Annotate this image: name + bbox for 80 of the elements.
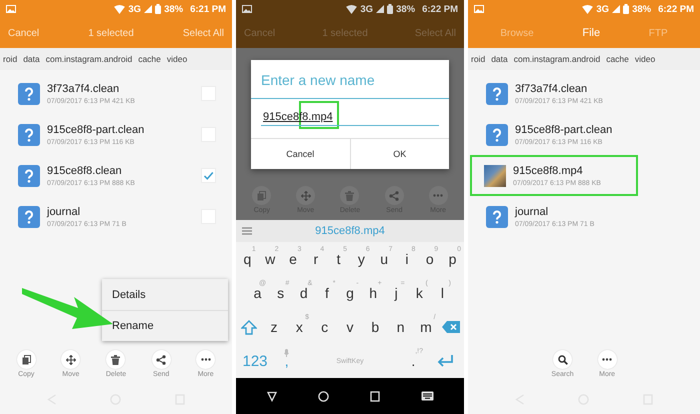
file-name[interactable]: 3f73a7f4.clean <box>515 82 684 94</box>
network-type: 3G <box>128 4 142 14</box>
unknown-file-icon <box>486 206 508 228</box>
file-name[interactable]: 915ce8f8.clean <box>47 164 194 176</box>
recent-apps-icon[interactable] <box>370 390 380 402</box>
more-icon <box>200 358 211 361</box>
checkbox[interactable] <box>201 168 216 183</box>
move-arrows-icon <box>66 354 76 364</box>
trash-icon <box>345 190 354 200</box>
network-type: 3G <box>596 4 610 14</box>
share-icon <box>389 190 400 200</box>
copy-icon <box>22 354 31 364</box>
unknown-file-icon <box>18 82 40 104</box>
file-name[interactable]: 3f73a7f4.clean <box>47 82 194 94</box>
network-type: 3G <box>360 4 374 14</box>
breadcrumb-item[interactable]: roid <box>3 54 18 64</box>
more-icon <box>433 194 444 197</box>
microphone-icon <box>284 349 290 357</box>
battery-level: 38% <box>632 4 652 14</box>
breadcrumb-item[interactable]: com.instagram.android <box>46 54 132 64</box>
clock: 6:22 PM <box>422 4 458 14</box>
battery-icon <box>155 4 162 14</box>
keyboard-icon[interactable] <box>420 391 434 401</box>
unknown-file-icon <box>486 82 508 104</box>
battery-level: 38% <box>164 4 184 14</box>
ok-button[interactable]: OK <box>350 139 449 169</box>
move-arrows-icon <box>300 190 311 200</box>
cancel-button[interactable]: Cancel <box>251 139 350 169</box>
home-icon[interactable] <box>318 390 328 402</box>
clock: 6:21 PM <box>190 4 226 14</box>
breadcrumb-item[interactable]: cache <box>606 54 629 64</box>
keyboard-key[interactable]: v <box>337 310 363 344</box>
keyboard-key[interactable]: z <box>261 310 287 344</box>
keyboard-key[interactable]: n <box>388 310 414 344</box>
breadcrumb-item[interactable]: cache <box>138 54 161 64</box>
unknown-file-icon <box>18 206 40 228</box>
battery-icon <box>387 4 394 14</box>
trash-icon <box>111 354 120 364</box>
menu-item[interactable]: Details <box>102 279 228 310</box>
wifi-icon <box>114 4 126 14</box>
copy-icon <box>257 190 266 200</box>
keyboard-key[interactable]: b <box>362 310 388 344</box>
breadcrumb-item[interactable]: data <box>23 54 40 64</box>
breadcrumb-item[interactable]: roid <box>471 54 486 64</box>
enter-icon[interactable] <box>436 355 454 367</box>
picture-icon <box>6 5 16 13</box>
picture-icon <box>474 5 484 13</box>
file-name[interactable]: journal <box>515 206 684 218</box>
video-thumbnail <box>484 164 506 186</box>
file-name[interactable]: 915ce8f8-part.clean <box>515 124 684 136</box>
breadcrumb-item[interactable]: data <box>491 54 508 64</box>
more-icon <box>602 358 612 361</box>
breadcrumb-item[interactable]: com.instagram.android <box>514 54 600 64</box>
breadcrumb-item[interactable]: video <box>166 54 188 64</box>
keyboard-key[interactable]: c <box>312 310 338 344</box>
selection-count: 1 selected <box>88 28 134 38</box>
signal-icon <box>376 5 384 13</box>
unknown-file-icon <box>18 124 40 146</box>
signal-icon <box>144 5 152 13</box>
dialog-title: Enter a new name <box>251 60 449 99</box>
wifi-icon <box>346 4 358 14</box>
selection-count: 1 selected <box>322 28 368 38</box>
unknown-file-icon <box>486 124 508 146</box>
wifi-icon <box>582 4 594 14</box>
breadcrumb-item[interactable]: video <box>634 54 656 64</box>
file-name[interactable]: 915ce8f8-part.clean <box>47 124 194 136</box>
unknown-file-icon <box>18 164 40 186</box>
file-name[interactable]: 915ce8f8.mp4 <box>513 164 622 176</box>
back-icon[interactable] <box>266 390 276 402</box>
share-icon <box>156 354 166 364</box>
signal-icon <box>612 5 620 13</box>
battery-level: 38% <box>396 4 416 14</box>
clock: 6:22 PM <box>658 4 694 14</box>
picture-icon <box>242 5 252 13</box>
shift-icon[interactable] <box>240 320 257 334</box>
battery-icon <box>623 4 630 14</box>
menu-icon[interactable] <box>242 227 252 235</box>
file-name[interactable]: journal <box>47 206 194 218</box>
backspace-icon[interactable] <box>442 321 460 333</box>
search-icon <box>558 354 568 364</box>
